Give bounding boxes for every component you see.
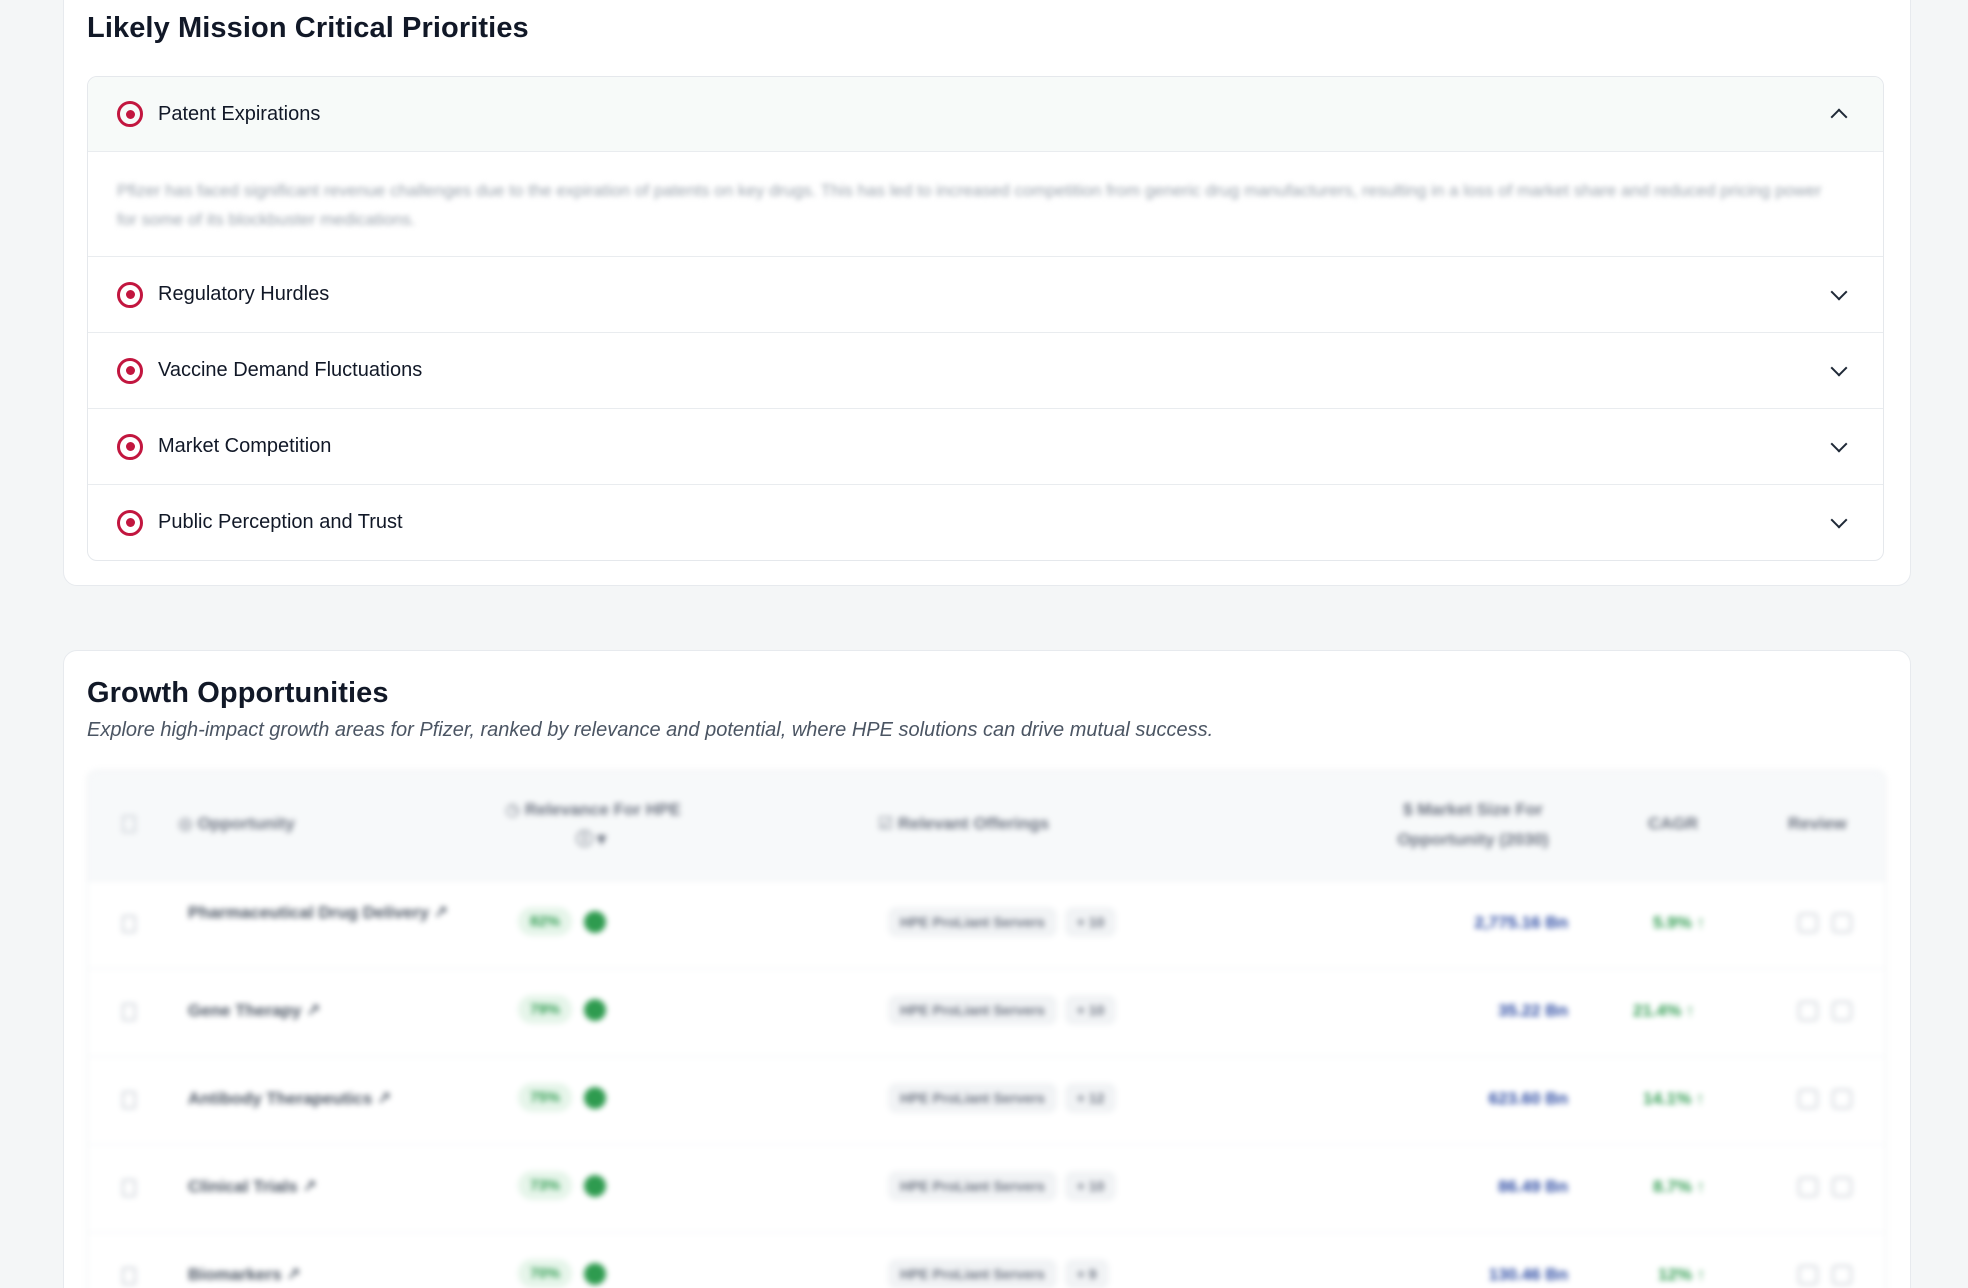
offerings-cell: HPE ProLiant Servers + 10 [888, 907, 1117, 937]
table-row[interactable]: Clinical Trials ↗ 73% HPE ProLiant Serve… [88, 1145, 1885, 1233]
chevron-down-icon[interactable] [1830, 435, 1848, 452]
priorities-accordion: Patent Expirations Pfizer has faced sign… [87, 76, 1884, 561]
thumbs-down-icon[interactable] [1832, 913, 1852, 933]
column-offerings[interactable]: ☑ Relevant Offerings [878, 809, 1049, 839]
chevron-down-icon[interactable] [1830, 359, 1848, 376]
cagr-value: 5.9% ↑ [1653, 913, 1705, 932]
chevron-down-icon[interactable] [1830, 511, 1848, 528]
thumbs-up-icon[interactable] [1798, 1001, 1818, 1021]
table-header: ◎ Opportunity ◷ Relevance For HPE ⓘ▼ ☑ R… [88, 771, 1885, 881]
bookmark-icon[interactable] [122, 815, 136, 833]
column-review: Review [1788, 814, 1847, 833]
column-cagr[interactable]: CAGR [1648, 809, 1698, 839]
offerings-cell: HPE ProLiant Servers + 9 [888, 1259, 1109, 1288]
thumbs-down-icon[interactable] [1832, 1265, 1852, 1285]
target-icon [117, 433, 143, 460]
more-offerings-badge[interactable]: + 10 [1064, 907, 1117, 937]
accordion-label: Vaccine Demand Fluctuations [158, 359, 423, 381]
chevron-up-icon[interactable] [1830, 108, 1848, 126]
opportunity-name[interactable]: Biomarkers ↗ [188, 1265, 478, 1285]
bookmark-icon[interactable] [122, 1179, 136, 1197]
chevron-down-icon[interactable] [1830, 283, 1848, 300]
relevance-score: 79% [518, 995, 607, 1024]
relevance-score: 82% [518, 907, 607, 936]
pie-chart-icon [584, 910, 607, 933]
market-size: 623.60 Bn [1488, 1089, 1568, 1108]
cagr-value: 14.1% ↑ [1643, 1089, 1705, 1108]
accordion-item-market-competition: Market Competition [88, 408, 1883, 484]
accordion-header[interactable]: Regulatory Hurdles [88, 257, 1883, 332]
offerings-cell: HPE ProLiant Servers + 10 [888, 995, 1117, 1025]
accordion-description: Pfizer has faced significant revenue cha… [117, 181, 1822, 229]
growth-opportunities-subtitle: Explore high-impact growth areas for Pfi… [87, 719, 1214, 741]
accordion-item-public-perception: Public Perception and Trust [88, 484, 1883, 560]
thumbs-up-icon[interactable] [1798, 913, 1818, 933]
accordion-item-patent-expirations: Patent Expirations Pfizer has faced sign… [88, 77, 1883, 256]
accordion-label: Public Perception and Trust [158, 511, 403, 533]
pie-chart-icon [584, 998, 607, 1021]
market-size: 2,775.16 Bn [1474, 913, 1568, 932]
cagr-value: 21.4% ↑ [1633, 1001, 1695, 1020]
thumbs-up-icon[interactable] [1798, 1089, 1818, 1109]
bookmark-icon[interactable] [122, 1091, 136, 1109]
pie-chart-icon [584, 1262, 607, 1285]
thumbs-down-icon[interactable] [1832, 1089, 1852, 1109]
more-offerings-badge[interactable]: + 10 [1064, 1171, 1117, 1201]
accordion-label: Regulatory Hurdles [158, 283, 330, 305]
cagr-value: 12% ↑ [1658, 1265, 1706, 1284]
pie-chart-icon [584, 1174, 607, 1197]
offerings-cell: HPE ProLiant Servers + 12 [888, 1083, 1117, 1113]
target-icon [117, 101, 143, 127]
target-icon [117, 357, 143, 384]
accordion-header[interactable]: Vaccine Demand Fluctuations [88, 333, 1883, 408]
opportunity-name[interactable]: Clinical Trials ↗ [188, 1177, 478, 1197]
table-row[interactable]: Pharmaceutical Drug Delivery ↗ 82% HPE P… [88, 881, 1885, 969]
table-row[interactable]: Gene Therapy ↗ 79% HPE ProLiant Servers +… [88, 969, 1885, 1057]
column-opportunity[interactable]: ◎ Opportunity [178, 809, 295, 839]
growth-opportunities-table: ◎ Opportunity ◷ Relevance For HPE ⓘ▼ ☑ R… [87, 770, 1886, 1288]
column-market-size[interactable]: $ Market Size For Opportunity (2030) [1358, 795, 1588, 855]
more-offerings-badge[interactable]: + 10 [1064, 995, 1117, 1025]
thumbs-down-icon[interactable] [1832, 1177, 1852, 1197]
target-icon [117, 509, 143, 536]
accordion-label: Patent Expirations [158, 102, 321, 125]
thumbs-up-icon[interactable] [1798, 1265, 1818, 1285]
cagr-value: 8.7% ↑ [1653, 1177, 1705, 1196]
relevance-score: 73% [518, 1171, 607, 1200]
mission-critical-title: Likely Mission Critical Priorities [87, 12, 529, 44]
thumbs-down-icon[interactable] [1832, 1001, 1852, 1021]
bookmark-icon[interactable] [122, 1003, 136, 1021]
relevance-score: 75% [518, 1083, 607, 1112]
opportunity-name[interactable]: Gene Therapy ↗ [188, 1001, 478, 1021]
market-size: 130.46 Bn [1488, 1265, 1568, 1284]
target-icon [117, 281, 143, 308]
more-offerings-badge[interactable]: + 9 [1064, 1259, 1109, 1288]
accordion-header[interactable]: Patent Expirations [88, 77, 1883, 152]
market-size: 35.22 Bn [1498, 1001, 1568, 1020]
bookmark-icon[interactable] [122, 1267, 136, 1285]
accordion-item-vaccine-demand: Vaccine Demand Fluctuations [88, 332, 1883, 408]
relevance-score: 70% [518, 1259, 607, 1288]
growth-opportunities-title: Growth Opportunities [87, 677, 389, 709]
offerings-cell: HPE ProLiant Servers + 10 [888, 1171, 1117, 1201]
thumbs-up-icon[interactable] [1798, 1177, 1818, 1197]
opportunity-name[interactable]: Antibody Therapeutics ↗ [188, 1089, 478, 1109]
review-actions [1798, 1001, 1866, 1026]
review-actions [1798, 1089, 1866, 1114]
review-actions [1798, 1265, 1866, 1288]
pie-chart-icon [584, 1086, 607, 1109]
column-relevance[interactable]: ◷ Relevance For HPE ⓘ▼ [498, 795, 688, 855]
accordion-header[interactable]: Public Perception and Trust [88, 485, 1883, 560]
table-row[interactable]: Antibody Therapeutics ↗ 75% HPE ProLiant… [88, 1057, 1885, 1145]
review-actions [1798, 1177, 1866, 1202]
opportunity-name[interactable]: Pharmaceutical Drug Delivery ↗ [188, 903, 478, 923]
accordion-header[interactable]: Market Competition [88, 409, 1883, 484]
table-row[interactable]: Biomarkers ↗ 70% HPE ProLiant Servers + 9… [88, 1233, 1885, 1288]
more-offerings-badge[interactable]: + 12 [1064, 1083, 1117, 1113]
accordion-label: Market Competition [158, 435, 332, 457]
bookmark-icon[interactable] [122, 915, 136, 933]
review-actions [1798, 913, 1866, 938]
market-size: 86.49 Bn [1498, 1177, 1568, 1196]
accordion-item-regulatory-hurdles: Regulatory Hurdles [88, 256, 1883, 332]
